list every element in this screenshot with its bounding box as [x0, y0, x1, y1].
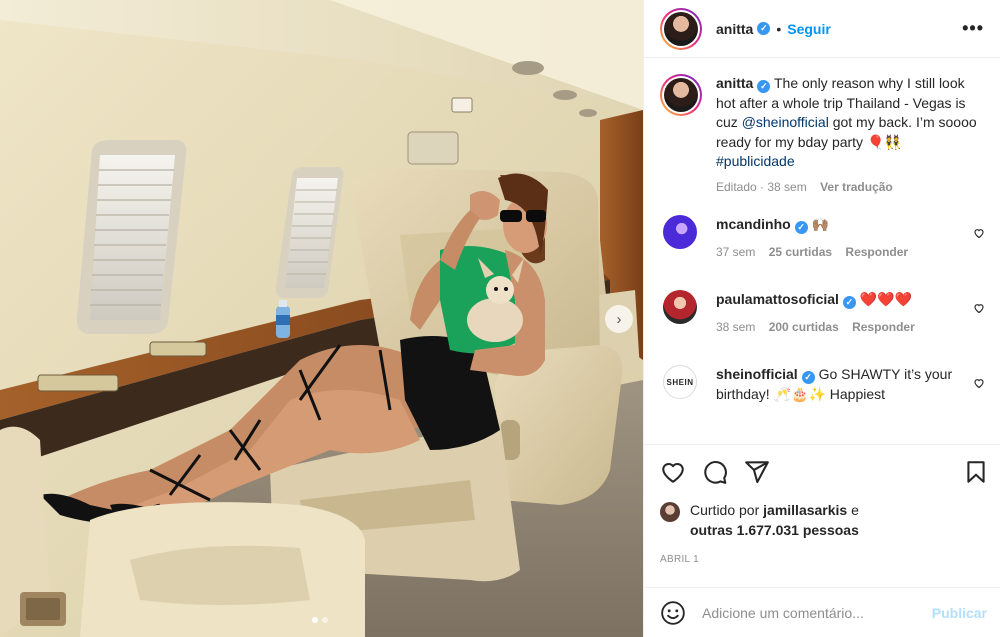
comment-item: mcandinho ✓ 🙌🏽 37 sem 25 curtidas Respond…: [660, 215, 985, 262]
post-photo[interactable]: ›: [0, 0, 643, 637]
likes-others-link[interactable]: outras 1.677.031 pessoas: [690, 522, 859, 538]
publish-button[interactable]: Publicar: [932, 605, 987, 621]
comment-likes[interactable]: 25 curtidas: [769, 245, 832, 259]
comment-text: ❤️❤️❤️: [859, 291, 913, 307]
commenter-avatar[interactable]: [663, 290, 697, 324]
likes-mid: e: [847, 502, 859, 518]
like-comment-heart-icon[interactable]: [973, 227, 985, 239]
author-username[interactable]: anitta: [716, 21, 753, 37]
like-comment-heart-icon[interactable]: [973, 377, 985, 389]
hashtag-link[interactable]: #publicidade: [716, 153, 795, 169]
carousel-next-button[interactable]: ›: [605, 305, 633, 333]
more-icon[interactable]: •••: [962, 18, 984, 39]
reply-button[interactable]: Responder: [845, 245, 908, 259]
follow-button[interactable]: Seguir: [787, 21, 831, 37]
author-avatar[interactable]: [660, 7, 702, 50]
caption-body: anitta ✓ The only reason why I still look…: [716, 74, 978, 172]
comment-item: paulamattosoficial ✓ ❤️❤️❤️ 38 sem 200 cu…: [660, 290, 985, 337]
post-side-panel: anitta ✓ • Seguir ••• anitta ✓ The only r…: [643, 0, 1000, 637]
verified-badge-icon: ✓: [757, 80, 771, 93]
comment-likes[interactable]: 200 curtidas: [769, 320, 839, 334]
commenter-username[interactable]: mcandinho: [716, 216, 791, 232]
verified-badge-icon: ✓: [794, 221, 808, 234]
likes-summary: Curtido por jamillasarkis e outras 1.677…: [660, 501, 989, 540]
comment-text: 🙌🏽: [811, 216, 829, 232]
caption: anitta ✓ The only reason why I still look…: [660, 74, 985, 197]
liker-username[interactable]: jamillasarkis: [763, 502, 847, 518]
emoji-icon[interactable]: [660, 600, 686, 626]
post-actions: Curtido por jamillasarkis e outras 1.677…: [644, 444, 1000, 565]
caption-username[interactable]: anitta: [716, 75, 753, 91]
heart-icon[interactable]: [660, 459, 686, 485]
commenter-avatar[interactable]: SHEIN: [663, 365, 697, 399]
bookmark-icon[interactable]: [963, 459, 989, 485]
carousel-indicator: [312, 617, 328, 623]
comment-time: 38 sem: [716, 319, 756, 334]
verified-badge-icon: ✓: [842, 296, 856, 309]
post-header: anitta ✓ • Seguir •••: [644, 0, 1000, 58]
verified-badge-icon: ✓: [757, 22, 771, 35]
action-bar: [660, 459, 989, 485]
commenter-avatar[interactable]: [663, 215, 697, 249]
translate-link[interactable]: Ver tradução: [820, 180, 893, 194]
caption-edited-time: Editado · 38 sem: [716, 179, 807, 194]
photo-illustration: [0, 0, 643, 637]
comments-list[interactable]: anitta ✓ The only reason why I still look…: [644, 58, 1000, 444]
like-comment-heart-icon[interactable]: [973, 302, 985, 314]
carousel-dot: [312, 617, 318, 623]
comment-item: SHEIN sheinofficial ✓ Go SHAWTY it’s your…: [660, 365, 985, 404]
reply-button[interactable]: Responder: [852, 320, 915, 334]
add-comment-bar: Publicar: [644, 587, 1000, 637]
likes-prefix: Curtido por: [690, 502, 764, 518]
comment-time: 37 sem: [716, 244, 756, 259]
mention-link[interactable]: @sheinofficial: [742, 114, 829, 130]
caption-avatar[interactable]: [660, 74, 702, 116]
commenter-username[interactable]: sheinofficial: [716, 366, 798, 382]
post-date[interactable]: ABRIL 1: [660, 554, 989, 565]
liker-avatar[interactable]: [660, 501, 680, 522]
comment-icon[interactable]: [702, 459, 728, 485]
comment-input[interactable]: [702, 604, 932, 621]
separator-dot: •: [776, 20, 782, 37]
share-icon[interactable]: [744, 459, 770, 485]
carousel-dot: [322, 617, 328, 623]
commenter-username[interactable]: paulamattosoficial: [716, 291, 839, 307]
verified-badge-icon: ✓: [801, 371, 815, 384]
chevron-right-icon: ›: [616, 310, 622, 328]
